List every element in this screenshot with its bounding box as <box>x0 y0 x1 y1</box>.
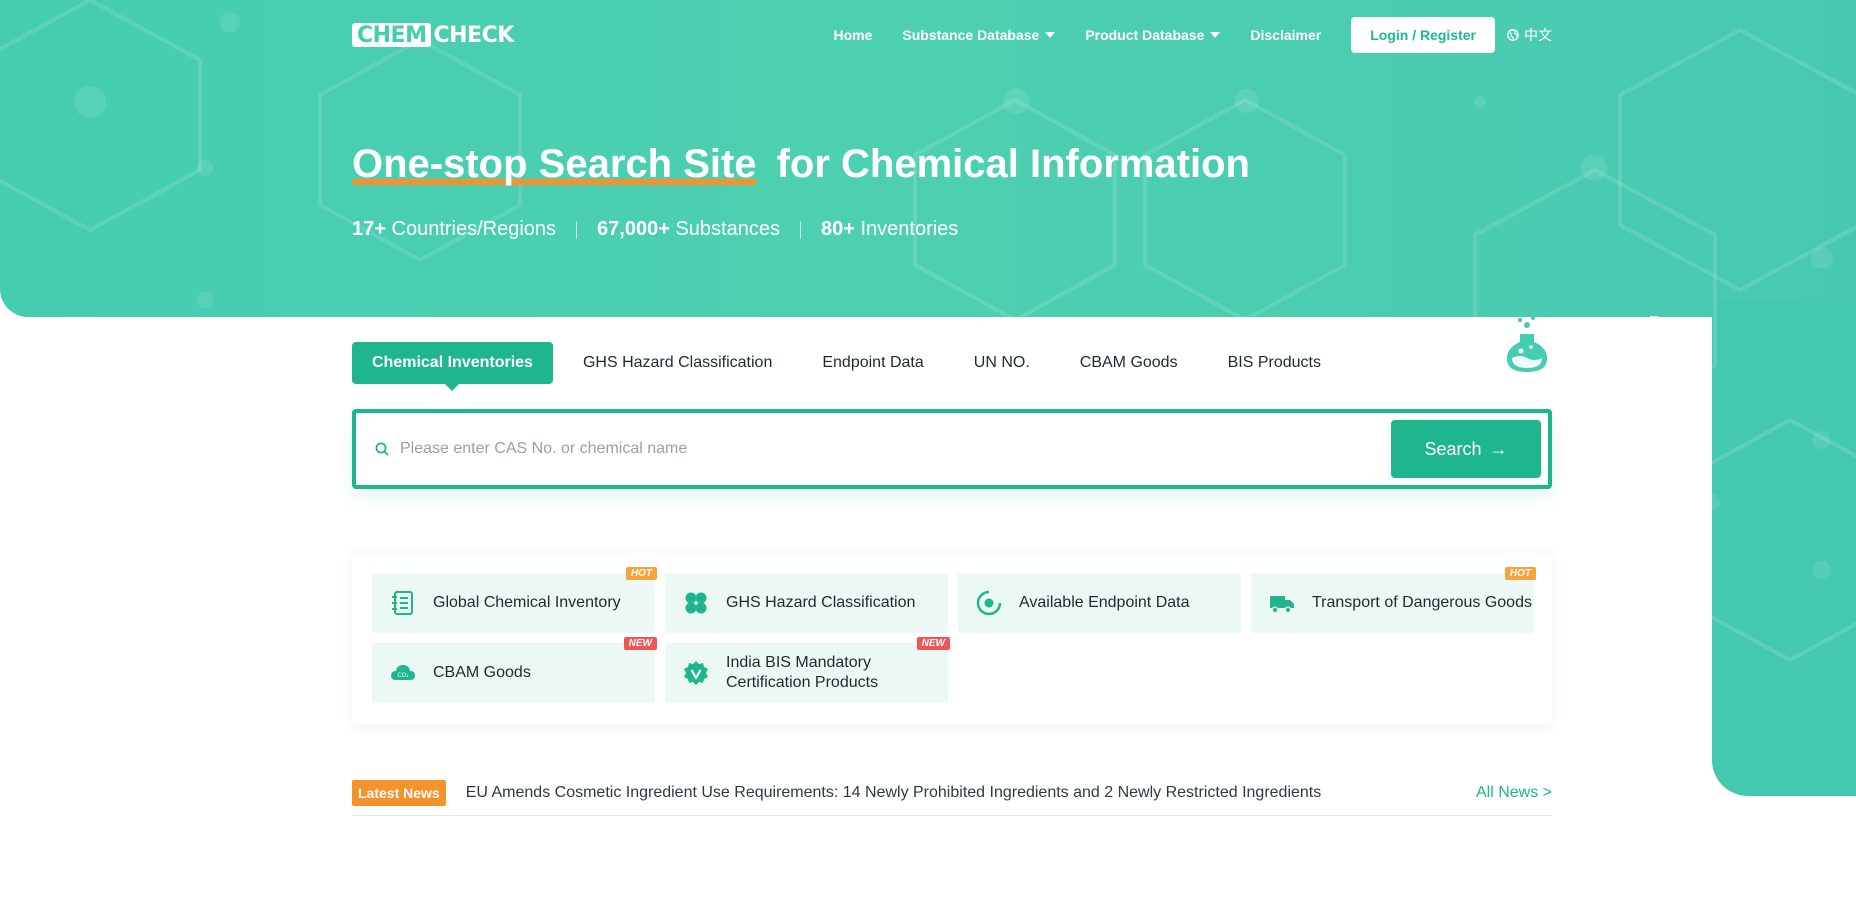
quick-link-global-chemical-inventory[interactable]: Global Chemical Inventory HOT <box>372 567 657 633</box>
search-tabs: Chemical Inventories GHS Hazard Classifi… <box>352 342 1552 391</box>
stat-divider <box>799 220 801 239</box>
latest-news-bar: Latest News EU Amends Cosmetic Ingredien… <box>352 770 1552 816</box>
quick-link-label: Global Chemical Inventory <box>433 594 621 611</box>
logo-check-part: CHECK <box>433 22 514 48</box>
tab-chemical-inventories[interactable]: Chemical Inventories <box>352 342 553 391</box>
stat-countries: 17+ Countries/Regions <box>352 218 556 241</box>
logo-chem-part: CHEM <box>352 23 432 47</box>
clover-icon <box>685 592 707 614</box>
search-input[interactable] <box>400 440 1391 458</box>
nav-home[interactable]: Home <box>833 27 872 43</box>
caret-down-icon <box>1045 32 1056 38</box>
flask-icon <box>1506 316 1548 372</box>
truck-icon <box>1270 596 1294 614</box>
search-icon <box>375 442 389 456</box>
stat-number: 67,000+ <box>597 218 670 240</box>
nav-disclaimer[interactable]: Disclaimer <box>1250 27 1321 43</box>
co2-cloud-icon: CO₂ <box>391 665 415 680</box>
language-label: 中文 <box>1524 27 1552 43</box>
quick-link-india-bis-products[interactable]: India BIS Mandatory Certification Produc… <box>665 637 950 703</box>
tab-un-no[interactable]: UN NO. <box>954 342 1050 384</box>
stat-label: Inventories <box>860 218 959 240</box>
chemcheck-logo[interactable]: CHEM CHECK <box>352 23 514 48</box>
stat-inventories: 80+ Inventories <box>821 218 958 241</box>
stat-label: Countries/Regions <box>391 218 557 240</box>
globe-icon <box>1507 29 1519 41</box>
stat-divider <box>576 220 578 239</box>
quick-link-label: GHS Hazard Classification <box>726 594 916 611</box>
search-button[interactable]: Search → <box>1391 420 1541 478</box>
tab-cbam-goods[interactable]: CBAM Goods <box>1060 342 1198 384</box>
tab-endpoint-data[interactable]: Endpoint Data <box>802 342 943 384</box>
tab-ghs-hazard-classification[interactable]: GHS Hazard Classification <box>563 342 792 384</box>
hero-stats: 17+ Countries/Regions 67,000+ Substances… <box>352 218 1552 241</box>
quick-link-label: India BIS Mandatory Certification Produc… <box>726 654 879 691</box>
main-nav: Home Substance Database Product Database… <box>833 17 1552 53</box>
quick-link-label: Available Endpoint Data <box>1019 594 1190 611</box>
hero-title: One-stop Search Site for Chemical Informa… <box>352 142 1552 187</box>
verified-badge-icon <box>684 661 708 685</box>
svg-text:CO₂: CO₂ <box>397 672 409 679</box>
nav-disclaimer-label: Disclaimer <box>1250 27 1322 43</box>
stat-number: 80+ <box>820 218 855 240</box>
quick-link-transport-of-dangerous-goods[interactable]: Transport of Dangerous Goods HOT <box>1251 567 1536 633</box>
login-register-button[interactable]: Login / Register <box>1351 17 1495 53</box>
target-icon <box>976 590 1002 616</box>
nav-product-database[interactable]: Product Database <box>1085 27 1221 43</box>
all-news-link[interactable]: All News > <box>1476 784 1552 802</box>
notebook-icon <box>392 591 413 615</box>
stat-substances: 67,000+ Substances <box>597 218 780 241</box>
news-headline-link[interactable]: EU Amends Cosmetic Ingredient Use Requir… <box>466 784 1322 802</box>
content-card-corner <box>1650 316 1712 378</box>
new-badge: NEW <box>623 637 657 650</box>
search-bar: Search → <box>352 409 1552 489</box>
language-switch[interactable]: 中文 <box>1507 25 1552 45</box>
top-header: CHEM CHECK Home Substance Database Produ… <box>352 0 1552 70</box>
nav-product-database-label: Product Database <box>1085 27 1205 43</box>
latest-news-tag: Latest News <box>352 779 446 806</box>
hot-badge: HOT <box>625 567 657 580</box>
quick-link-label: Transport of Dangerous Goods <box>1312 594 1532 611</box>
right-decorative-panel <box>1712 300 1856 796</box>
nav-substance-database[interactable]: Substance Database <box>902 27 1056 43</box>
quick-link-ghs-hazard-classification[interactable]: GHS Hazard Classification <box>665 573 948 633</box>
quick-link-label: CBAM Goods <box>433 664 531 681</box>
nav-substance-database-label: Substance Database <box>902 27 1040 43</box>
nav-home-label: Home <box>833 27 873 43</box>
hot-badge: HOT <box>1504 567 1536 580</box>
tab-bis-products[interactable]: BIS Products <box>1208 342 1341 384</box>
quick-link-available-endpoint-data[interactable]: Available Endpoint Data <box>958 573 1241 633</box>
hero-title-rest: for Chemical Information <box>776 142 1250 186</box>
stat-number: 17+ <box>352 218 386 240</box>
new-badge: NEW <box>916 637 950 650</box>
hero-title-highlight: One-stop Search Site <box>352 142 757 186</box>
search-button-label: Search <box>1424 438 1482 459</box>
caret-down-icon <box>1210 32 1221 38</box>
quick-link-cbam-goods[interactable]: CO₂ CBAM Goods NEW <box>372 637 657 703</box>
arrow-right-icon: → <box>1489 438 1508 459</box>
quick-links-panel: Global Chemical Inventory HOT GHS Hazard… <box>352 553 1552 724</box>
stat-label: Substances <box>675 218 780 240</box>
